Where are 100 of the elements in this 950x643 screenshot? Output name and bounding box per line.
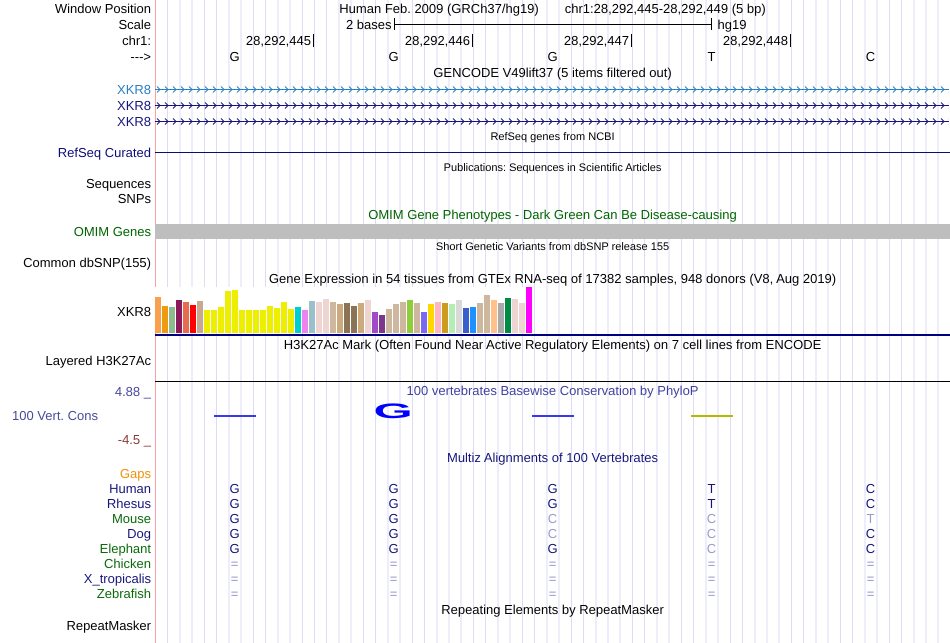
expression-bar[interactable]: [491, 300, 497, 333]
expression-bar[interactable]: [393, 304, 399, 333]
expression-bar[interactable]: [512, 299, 518, 333]
expression-bar[interactable]: [421, 312, 427, 333]
expression-bar[interactable]: [197, 301, 203, 333]
track-label: Scale: [118, 16, 151, 32]
species-label: X_tropicalis: [84, 571, 151, 586]
expression-bar[interactable]: [470, 307, 476, 333]
expression-bar[interactable]: [428, 304, 434, 333]
track-label[interactable]: XKR8: [117, 98, 151, 112]
expression-bar[interactable]: [288, 309, 294, 333]
aligned-base: G: [388, 526, 399, 541]
axis-max-label: 4.88 _: [114, 384, 151, 399]
species-label: Mouse: [112, 511, 151, 526]
species-label: Dog: [127, 526, 151, 541]
expression-bar[interactable]: [414, 303, 420, 333]
gene-track-line[interactable]: [155, 152, 950, 153]
expression-bar[interactable]: [267, 306, 273, 333]
expression-bar[interactable]: [379, 315, 385, 333]
expression-bar[interactable]: [218, 307, 224, 333]
expression-bar[interactable]: [155, 297, 161, 333]
gene-arrow-line[interactable]: [155, 102, 949, 108]
expression-bar[interactable]: [274, 308, 280, 333]
expression-bar[interactable]: [372, 312, 378, 333]
aligned-base: =: [230, 556, 238, 571]
position-label: 28,292,445: [246, 34, 314, 46]
aligned-base: C: [866, 496, 876, 511]
species-label: Elephant: [100, 541, 151, 556]
expression-bar[interactable]: [407, 300, 413, 333]
expression-bar[interactable]: [498, 303, 504, 333]
expression-bar[interactable]: [302, 310, 308, 333]
track-title: H3K27Ac Mark (Often Found Near Active Regulatory Elements) on 7 cell lines from ENCODE: [284, 337, 822, 352]
base-letter: G: [547, 48, 558, 64]
expression-bar[interactable]: [358, 303, 364, 333]
expression-bar[interactable]: [456, 300, 462, 333]
expression-bar[interactable]: [211, 310, 217, 333]
expression-bar[interactable]: [239, 310, 245, 333]
expression-bar[interactable]: [162, 306, 168, 333]
base-letter: C: [866, 48, 876, 64]
aligned-base: C: [548, 526, 558, 541]
aligned-base: G: [547, 496, 558, 511]
expression-bar[interactable]: [351, 306, 357, 333]
expression-bar[interactable]: [505, 298, 511, 333]
track-label[interactable]: XKR8: [117, 82, 151, 96]
expression-bar[interactable]: [169, 307, 175, 333]
expression-bar[interactable]: [281, 302, 287, 333]
expression-bar[interactable]: [400, 302, 406, 333]
expression-bar[interactable]: [309, 301, 315, 333]
expression-bar[interactable]: [365, 300, 371, 333]
aligned-base: =: [548, 571, 556, 586]
position-label: 28,292,448: [722, 34, 791, 46]
track-title: OMIM Gene Phenotypes - Dark Green Can Be Disease-causing: [368, 207, 737, 222]
aligned-base: G: [229, 481, 240, 496]
position-text: chr1:28,292,445-28,292,449 (5 bp): [564, 0, 766, 16]
expression-bar[interactable]: [253, 310, 259, 333]
track-label: SNPs: [118, 191, 151, 206]
expression-bar[interactable]: [463, 308, 469, 333]
track-title: Multiz Alignments of 100 Vertebrates: [446, 450, 658, 465]
expression-bar[interactable]: [246, 310, 252, 333]
base-letter: G: [388, 48, 399, 64]
expression-bar[interactable]: [323, 299, 329, 333]
expression-bar[interactable]: [519, 303, 525, 333]
gene-arrow-line[interactable]: [155, 118, 949, 124]
expression-bar[interactable]: [344, 303, 350, 333]
aligned-base: G: [388, 541, 399, 556]
aligned-base: C: [706, 541, 716, 556]
species-label: Human: [109, 481, 151, 496]
expression-bar[interactable]: [260, 310, 266, 333]
scale-assembly: hg19: [716, 16, 748, 32]
expression-bar[interactable]: [442, 303, 448, 333]
expression-bar[interactable]: [183, 302, 189, 333]
aligned-base: C: [706, 526, 716, 541]
expression-bar[interactable]: [449, 304, 455, 333]
expression-bar[interactable]: [295, 307, 301, 333]
expression-bar[interactable]: [225, 291, 231, 333]
track-title: Publications: Sequences in Scientific Articles: [444, 160, 662, 176]
expression-bar[interactable]: [232, 290, 238, 333]
species-label: Chicken: [104, 556, 151, 571]
track-label: 100 Vert. Cons: [11, 408, 98, 423]
expression-bar[interactable]: [484, 295, 490, 333]
track-label: Common dbSNP(155): [23, 255, 151, 270]
track-label[interactable]: XKR8: [117, 114, 151, 128]
aligned-base: =: [548, 556, 556, 571]
expression-bar[interactable]: [526, 287, 532, 333]
aligned-base: G: [388, 496, 399, 511]
phenotype-bar[interactable]: [155, 224, 950, 238]
track-title: Gene Expression in 54 tissues from GTEx RNA-seq of 17382 samples, 948 donors (V8, Aug 2019): [268, 271, 836, 286]
expression-bar[interactable]: [386, 309, 392, 333]
expression-bar[interactable]: [330, 302, 336, 333]
expression-bar[interactable]: [176, 300, 182, 333]
expression-bar[interactable]: [337, 304, 343, 333]
expression-bar[interactable]: [435, 302, 441, 333]
aligned-base: =: [230, 586, 238, 601]
expression-bar[interactable]: [316, 302, 322, 333]
expression-bar[interactable]: [204, 310, 210, 333]
aligned-base: =: [390, 556, 398, 571]
expression-bar[interactable]: [477, 303, 483, 333]
aligned-base: T: [866, 511, 874, 526]
aligned-base: G: [229, 496, 240, 511]
expression-bar[interactable]: [190, 305, 196, 333]
